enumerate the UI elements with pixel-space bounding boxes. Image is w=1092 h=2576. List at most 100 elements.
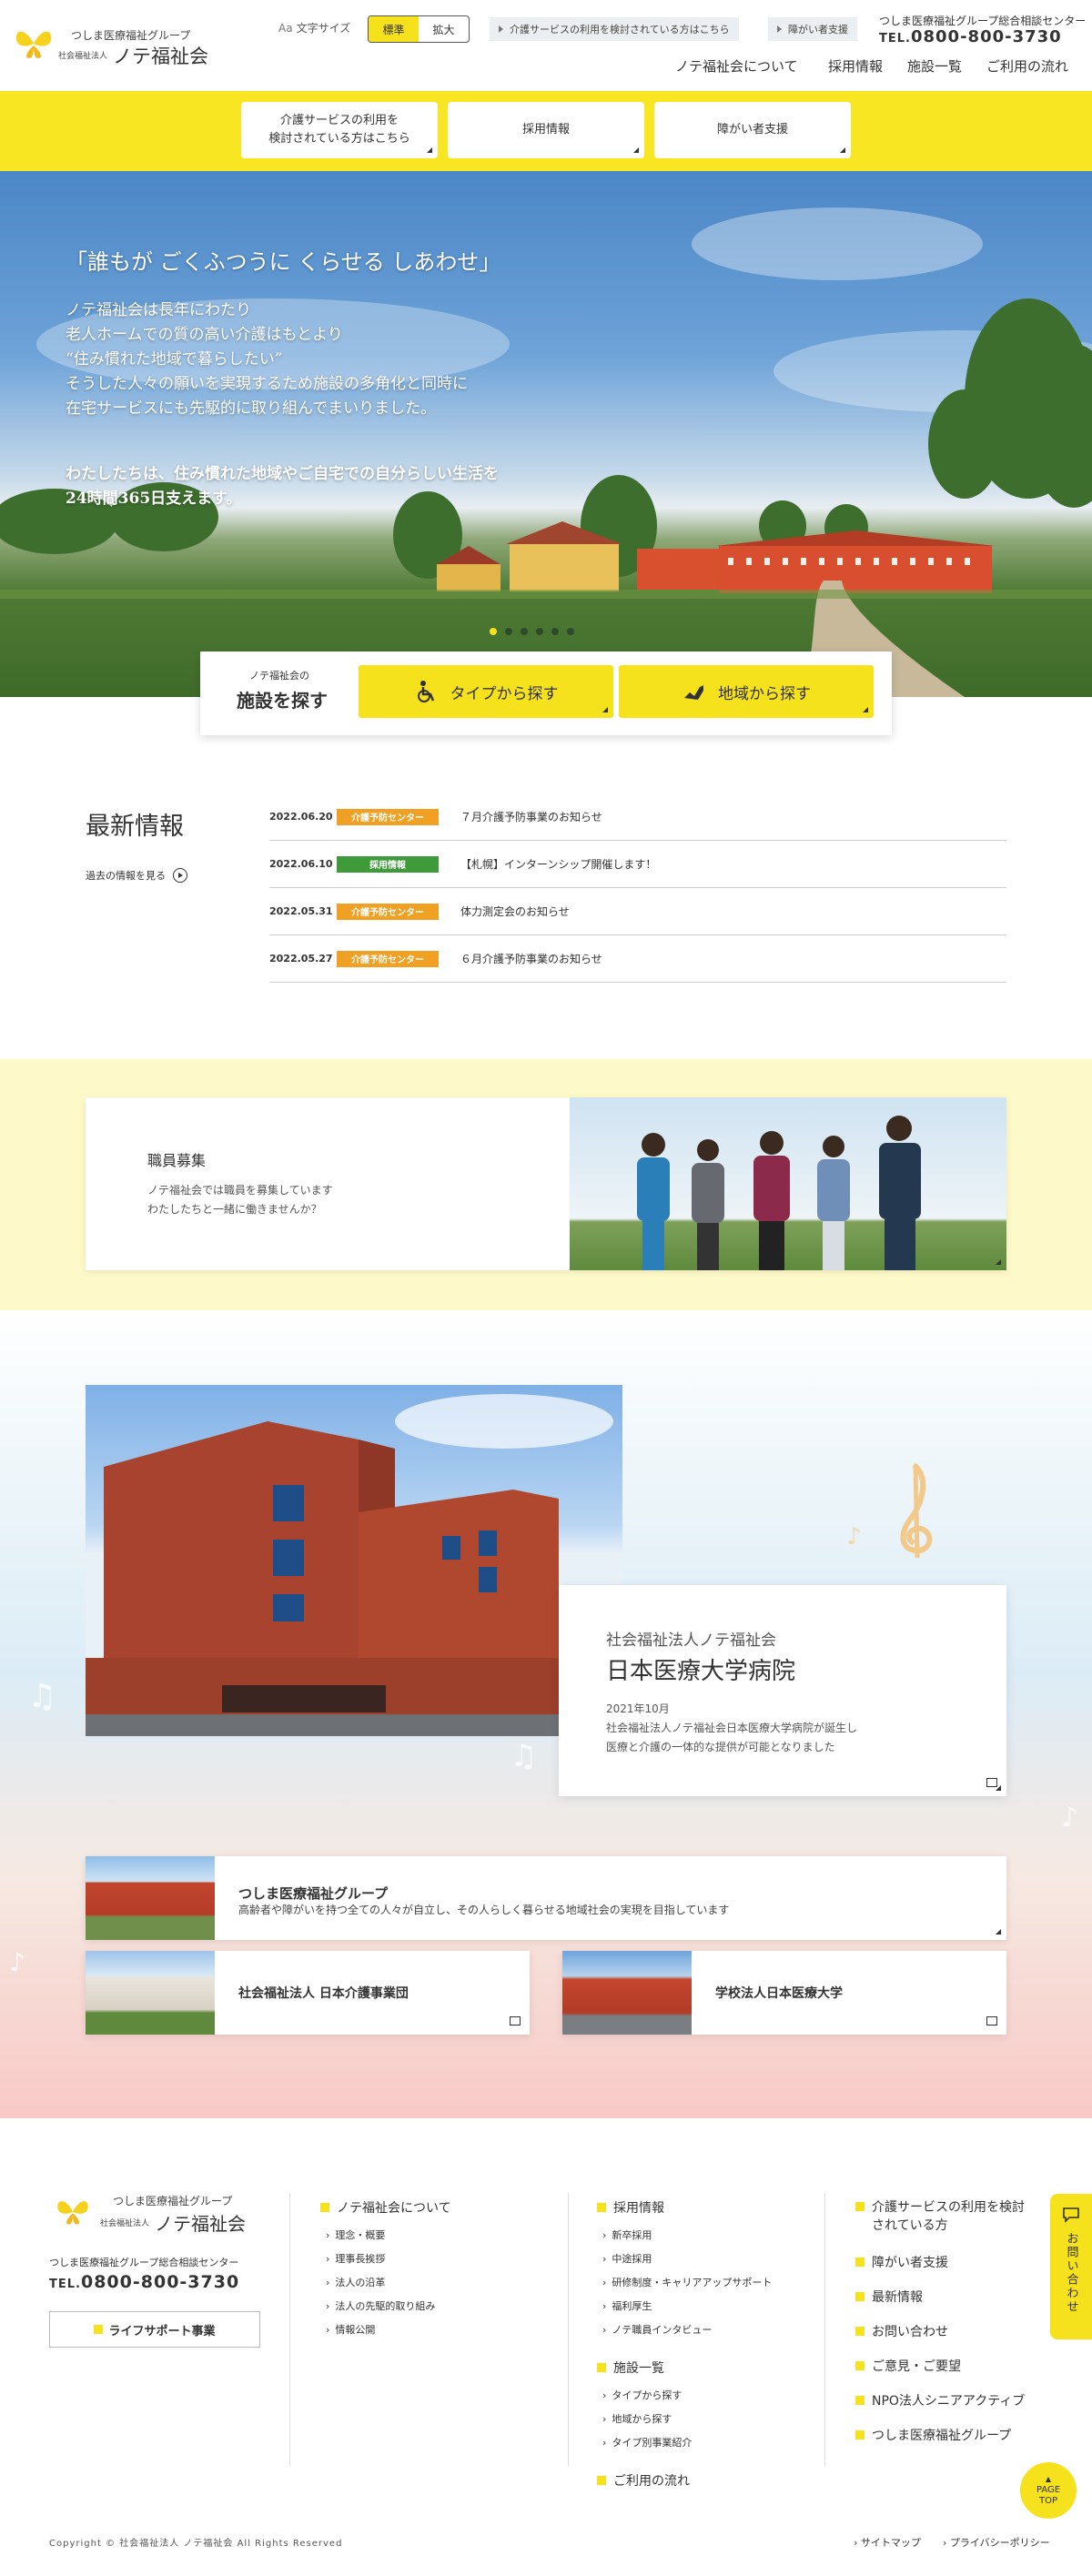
font-size-large-button[interactable]: 拡大	[419, 16, 469, 42]
slider-dot[interactable]	[567, 628, 574, 635]
footer-divider	[568, 2193, 569, 2466]
band-recruit-button[interactable]: 採用情報	[448, 102, 644, 158]
footer-facilities-heading[interactable]: 施設一覧	[597, 2359, 664, 2377]
square-bullet-icon	[94, 2325, 104, 2334]
wheelchair-icon	[417, 681, 434, 702]
life-support-button[interactable]: ライフサポート事業	[49, 2311, 260, 2348]
group-main-card[interactable]: つしま医療福祉グループ 高齢者や障がいを持つ全ての人々が自立し、その人らしく暮ら…	[86, 1856, 1006, 1940]
footer-link[interactable]: 地域から探す	[602, 2411, 672, 2426]
footer-link[interactable]: 理事長挨拶	[326, 2251, 385, 2266]
font-size-standard-button[interactable]: 標準	[369, 16, 419, 42]
news-item[interactable]: 2022.06.10 採用情報 【札幌】インターンシップ開催します！	[269, 841, 1006, 888]
logo-group-name: つしま医療福祉グループ	[71, 29, 191, 42]
search-title: 施設を探す	[237, 690, 328, 712]
footer-recruit-heading[interactable]: 採用情報	[597, 2198, 664, 2217]
logo-org-name[interactable]: ノテ福祉会	[113, 42, 208, 69]
square-bullet-icon	[597, 2363, 606, 2372]
util-link-disability[interactable]: 障がい者支援	[768, 17, 857, 41]
news-item[interactable]: 2022.05.31 介護予防センター 体力測定会のお知らせ	[269, 888, 1006, 935]
band-care-service-button[interactable]: 介護サービスの利用を 検討されている方はこちら	[241, 102, 438, 158]
page-top-button[interactable]: ▲ PAGE TOP	[1020, 2462, 1077, 2519]
nav-facilities[interactable]: 施設一覧	[907, 56, 962, 76]
square-bullet-icon	[855, 2202, 864, 2211]
footer-npo-link[interactable]: NPO法人シニアアクティブ	[855, 2391, 1025, 2409]
slider-dot[interactable]	[551, 628, 559, 635]
footer-flow-heading[interactable]: ご利用の流れ	[597, 2471, 690, 2490]
nav-recruit[interactable]: 採用情報	[828, 56, 883, 76]
footer-about-heading[interactable]: ノテ福祉会について	[320, 2198, 451, 2217]
search-by-type-button[interactable]: タイプから探す	[359, 665, 613, 718]
news-item[interactable]: 2022.06.20 介護予防センター ７月介護予防事業のお知らせ	[269, 793, 1006, 841]
recruit-card[interactable]: 職員募集 ノテ福祉会では職員を募集しています わたしたちと一緒に働きませんか？	[86, 1097, 1006, 1270]
news-text: ６月介護予防事業のお知らせ	[460, 953, 602, 965]
news-archive-link[interactable]: 過去の情報を見る	[86, 868, 187, 883]
search-by-area-button[interactable]: 地域から探す	[619, 665, 874, 718]
music-note-icon: ♪	[9, 1947, 25, 1977]
slider-dot[interactable]	[536, 628, 543, 635]
chat-bubble-icon	[1063, 2207, 1079, 2223]
news-text: 体力測定会のお知らせ	[460, 905, 570, 918]
external-link-icon	[510, 2016, 521, 2025]
sitemap-link[interactable]: › サイトマップ	[854, 2535, 921, 2550]
footer-divider	[824, 2193, 825, 2466]
privacy-link[interactable]: › プライバシーポリシー	[943, 2535, 1050, 2550]
search-title-small: ノテ福祉会の	[249, 670, 309, 682]
hero-catchcopy: 「誰もが ごくふつうに くらせる しあわせ」	[66, 249, 501, 275]
hospital-info-card[interactable]: 社会福祉法人ノテ福祉会 日本医療大学病院 2021年10月 社会福祉法人ノテ福祉会…	[559, 1585, 1006, 1796]
square-bullet-icon	[855, 2396, 864, 2405]
external-link-icon	[986, 2016, 997, 2025]
consult-tel[interactable]: TEL.0800-800-3730	[879, 27, 1062, 46]
footer-link[interactable]: ノテ職員インタビュー	[602, 2322, 712, 2337]
footer-group-name: つしま医療福祉グループ	[113, 2195, 233, 2207]
hospital-name: 日本医療大学病院	[606, 1658, 796, 1685]
footer-contact-link[interactable]: お問い合わせ	[855, 2322, 948, 2340]
hero-lead: ノテ福祉会は長年にわたり 老人ホームでの質の高い介護はもとより “住み慣れた地域で暮…	[66, 301, 468, 418]
footer-link[interactable]: 新卒採用	[602, 2227, 652, 2242]
footer-link[interactable]: 中途採用	[602, 2251, 652, 2266]
footer-news-link[interactable]: 最新情報	[855, 2288, 923, 2306]
footer-link[interactable]: 福利厚生	[602, 2298, 652, 2313]
group-main-title: つしま医療福祉グループ	[238, 1885, 389, 1902]
slider-dot[interactable]	[490, 628, 497, 635]
square-bullet-icon	[855, 2327, 864, 2336]
footer-divider	[289, 2193, 290, 2466]
footer-link[interactable]: 理念・概要	[326, 2227, 385, 2242]
slider-dot[interactable]	[521, 628, 528, 635]
footer-group-link[interactable]: つしま医療福祉グループ	[855, 2426, 1011, 2444]
footer-link[interactable]: タイプ別事業紹介	[602, 2435, 692, 2450]
butterfly-logo-icon[interactable]	[13, 20, 55, 62]
music-note-icon: ♫	[27, 1678, 57, 1715]
news-tag-badge: 介護予防センター	[337, 950, 439, 967]
footer-link[interactable]: 情報公開	[326, 2322, 375, 2337]
group-card-university[interactable]: 学校法人日本医療大学	[562, 1951, 1006, 2035]
contact-side-tab[interactable]: お問い合わせ	[1050, 2194, 1092, 2339]
footer-link[interactable]: 法人の沿革	[326, 2275, 385, 2289]
group-card-university-title: 学校法人日本医療大学	[715, 1986, 843, 2001]
footer-disability-link[interactable]: 障がい者支援	[855, 2253, 948, 2271]
footer-care-service-link[interactable]: 介護サービスの利用を検討 されている方	[855, 2198, 1025, 2235]
slider-dot[interactable]	[505, 628, 512, 635]
news-item[interactable]: 2022.05.27 介護予防センター ６月介護予防事業のお知らせ	[269, 935, 1006, 983]
treble-clef-icon	[900, 1462, 933, 1559]
music-note-icon: ♪	[1061, 1802, 1079, 1834]
square-bullet-icon	[597, 2476, 606, 2485]
nav-flow[interactable]: ご利用の流れ	[986, 56, 1068, 76]
recruit-title: 職員募集	[147, 1152, 207, 1169]
map-icon	[684, 685, 703, 700]
band-disability-button[interactable]: 障がい者支援	[654, 102, 851, 158]
util-link-care-service[interactable]: 介護サービスの利用を検討されている方はこちら	[490, 17, 739, 41]
external-link-icon	[986, 1778, 997, 1787]
footer-corp-type: 社会福祉法人	[100, 2219, 150, 2228]
footer-link[interactable]: タイプから探す	[602, 2388, 682, 2402]
group-main-desc: 高齢者や障がいを持つ全ての人々が自立し、その人らしく暮らせる地域社会の実現を目指…	[238, 1904, 730, 1916]
footer-link[interactable]: 法人の先駆的取り組み	[326, 2298, 435, 2313]
footer-feedback-link[interactable]: ご意見・ご要望	[855, 2357, 961, 2375]
news-date: 2022.06.20	[269, 811, 333, 823]
nav-about[interactable]: ノテ福祉会について	[675, 56, 798, 76]
footer-org-name[interactable]: ノテ福祉会	[155, 2209, 246, 2236]
butterfly-logo-icon[interactable]	[55, 2191, 91, 2227]
footer-link[interactable]: 研修制度・キャリアアップサポート	[602, 2275, 772, 2289]
facility-search-box: ノテ福祉会の 施設を探す タイプから探す 地域から探す	[200, 652, 892, 735]
footer-tel[interactable]: TEL.0800-800-3730	[49, 2272, 239, 2292]
group-card-care[interactable]: 社会福祉法人 日本介護事業団	[86, 1951, 530, 2035]
